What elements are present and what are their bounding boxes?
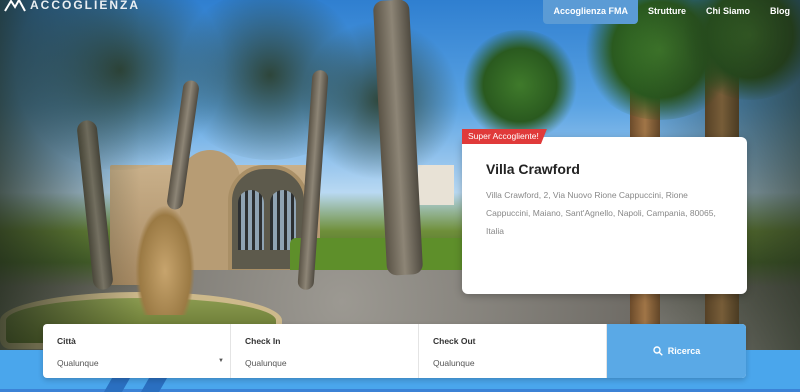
- foliage-shadow: [0, 0, 140, 350]
- villa-window: [238, 190, 264, 250]
- nav-item-chi-siamo[interactable]: Chi Siamo: [696, 0, 760, 24]
- ornamental-grass: [135, 205, 195, 315]
- checkout-label: Check Out: [433, 336, 476, 346]
- checkin-label: Check In: [245, 336, 281, 346]
- city-select[interactable]: Città Qualunque ▼: [43, 324, 231, 378]
- nav-item-accoglienza-fma[interactable]: Accoglienza FMA: [543, 0, 638, 24]
- dropdown-caret-icon: ▼: [218, 358, 224, 364]
- nav-item-blog[interactable]: Blog: [760, 0, 800, 24]
- site-logo[interactable]: ACCOGLIENZA: [4, 0, 140, 12]
- property-address: Villa Crawford, 2, Via Nuovo Rione Cappu…: [486, 190, 716, 236]
- search-button-label: Ricerca: [667, 346, 701, 356]
- search-icon: [653, 346, 663, 356]
- main-nav: Accoglienza FMA Strutture Chi Siamo Blog: [543, 0, 800, 24]
- property-title[interactable]: Villa Crawford: [486, 161, 580, 177]
- checkin-field[interactable]: Check In Qualunque: [231, 324, 419, 378]
- background-house: [418, 165, 454, 205]
- checkout-field[interactable]: Check Out Qualunque: [419, 324, 607, 378]
- super-badge: Super Accogliente!: [462, 129, 547, 144]
- nav-item-strutture[interactable]: Strutture: [638, 0, 696, 24]
- checkout-value: Qualunque: [433, 358, 475, 368]
- city-label: Città: [57, 336, 76, 346]
- featured-property-card[interactable]: Villa Crawford Villa Crawford, 2, Via Nu…: [462, 137, 747, 294]
- search-button[interactable]: Ricerca: [607, 324, 746, 378]
- logo-mark-icon: [4, 0, 26, 12]
- search-bar: Città Qualunque ▼ Check In Qualunque Che…: [43, 324, 746, 378]
- logo-text: ACCOGLIENZA: [30, 0, 140, 12]
- palm-fronds: [460, 30, 580, 140]
- city-value: Qualunque: [57, 358, 99, 368]
- checkin-value: Qualunque: [245, 358, 287, 368]
